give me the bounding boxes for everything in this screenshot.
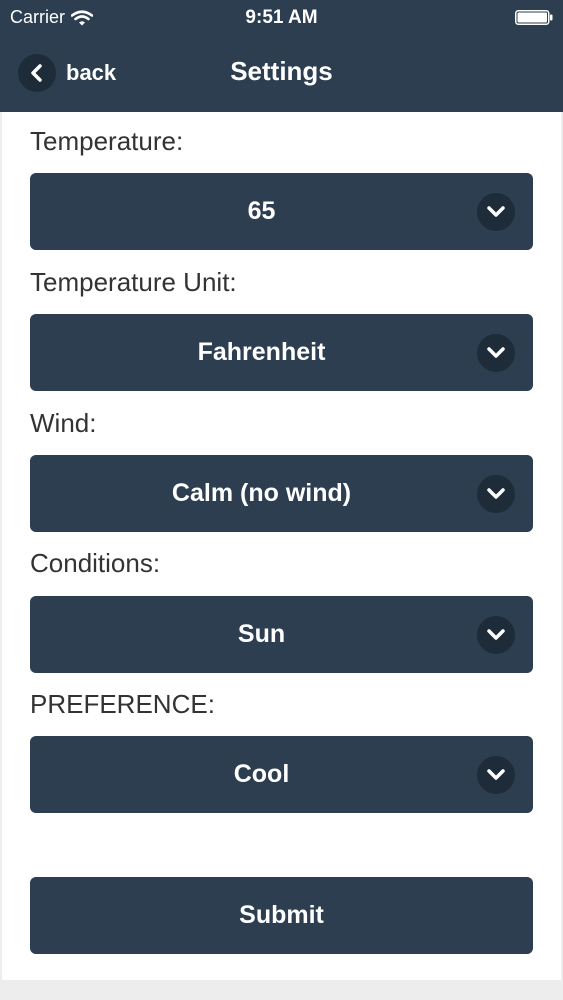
conditions-select[interactable]: Sun [30, 596, 533, 673]
temperature-unit-label: Temperature Unit: [30, 267, 237, 297]
temperature-label: Temperature: [30, 126, 184, 156]
conditions-value: Sun [237, 620, 286, 648]
wind-label: Wind: [30, 408, 97, 438]
chevron-down-icon [477, 756, 515, 794]
top-bar: Carrier 9:51 AM back Settings [0, 0, 563, 112]
status-bar: Carrier 9:51 AM [0, 0, 563, 36]
chevron-down-icon [477, 193, 515, 231]
chevron-down-icon [477, 475, 515, 513]
temperature-unit-value: Fahrenheit [197, 338, 326, 366]
temperature-unit-select[interactable]: Fahrenheit [30, 314, 533, 391]
preference-value: Cool [233, 760, 290, 788]
app-screen: Carrier 9:51 AM back Settings Temperatur… [0, 0, 563, 1000]
temperature-select[interactable]: 65 [30, 173, 533, 250]
wind-select[interactable]: Calm (no wind) [30, 455, 533, 532]
status-time: 9:51 AM [245, 7, 318, 28]
navigation-bar: back Settings [0, 36, 563, 112]
preference-label: PREFERENCE: [30, 689, 215, 719]
wind-value: Calm (no wind) [171, 479, 352, 507]
submit-button[interactable]: Submit [30, 877, 533, 954]
page-title: Settings [230, 56, 333, 86]
chevron-down-icon [477, 616, 515, 654]
settings-form: Temperature: 65 Temperature Unit: Fahren… [2, 112, 561, 980]
chevron-down-icon [477, 334, 515, 372]
temperature-value: 65 [247, 197, 276, 225]
battery-icon [515, 10, 553, 25]
conditions-label: Conditions: [30, 548, 161, 578]
preference-select[interactable]: Cool [30, 736, 533, 813]
